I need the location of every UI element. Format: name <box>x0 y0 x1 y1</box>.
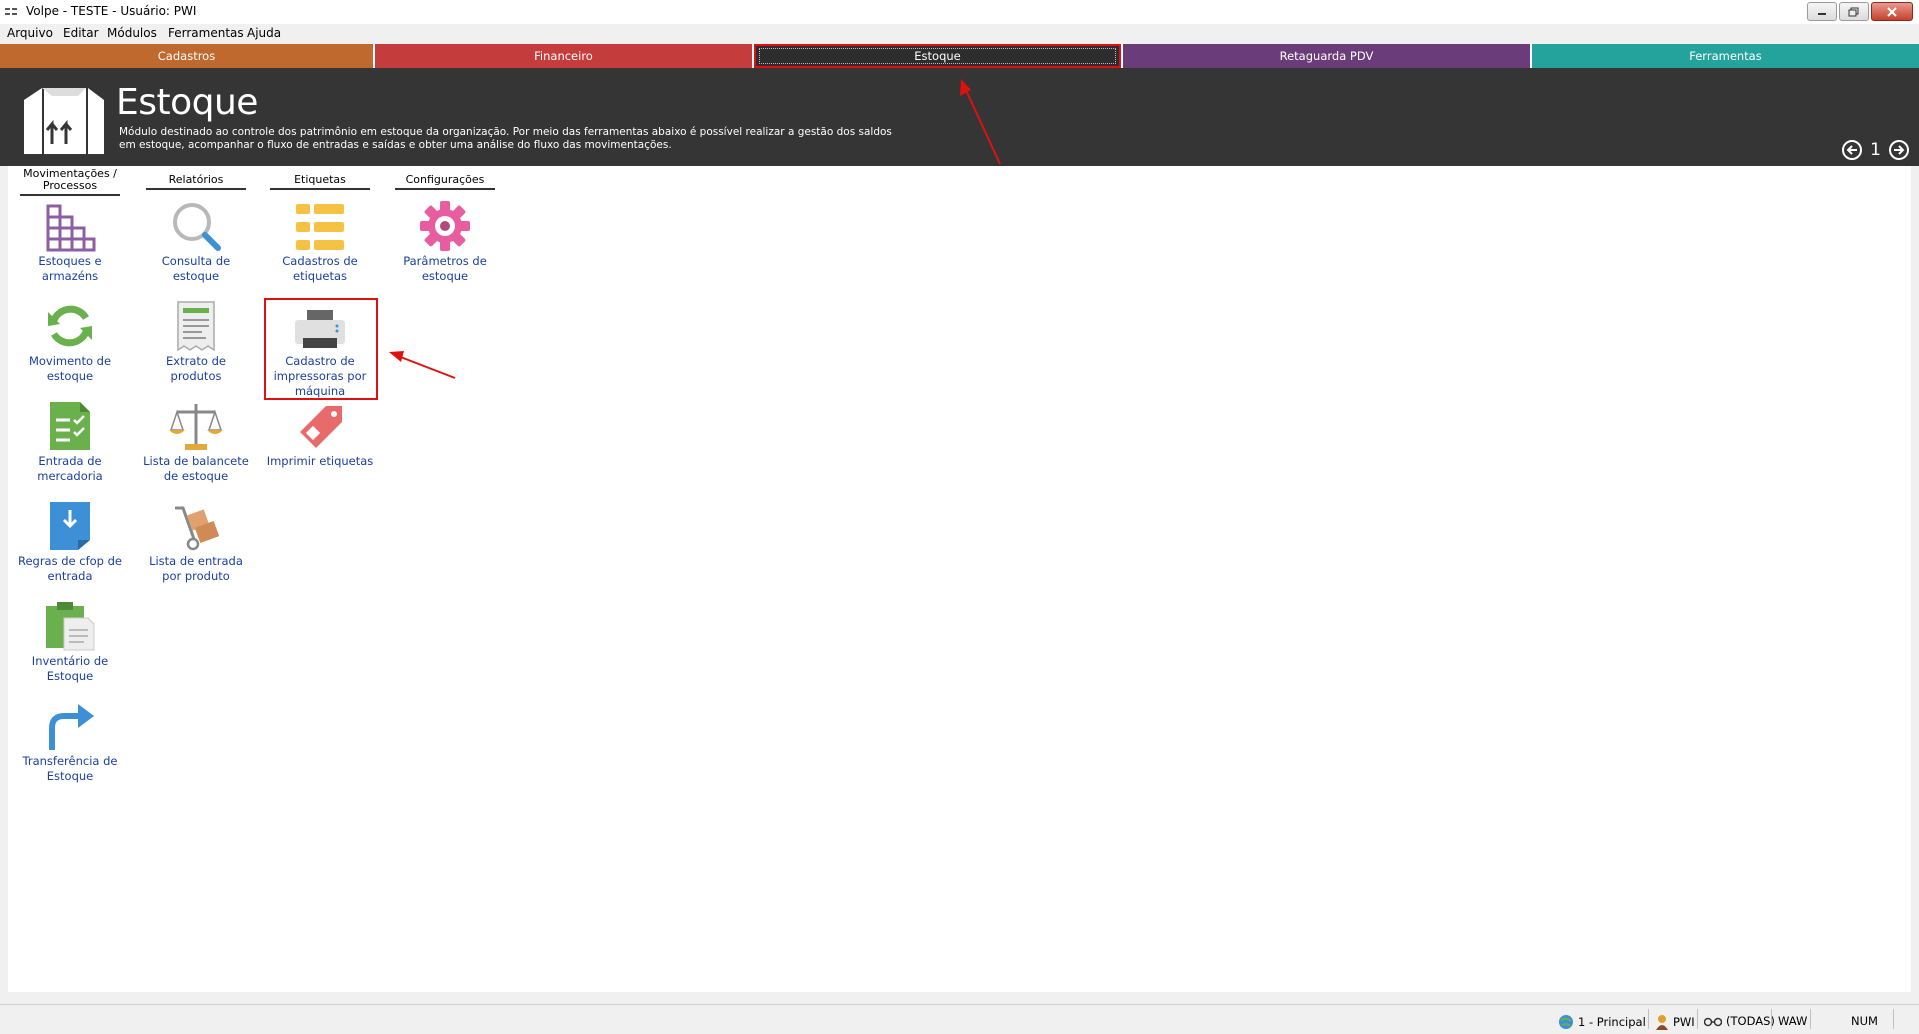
checklist-icon <box>50 402 90 450</box>
status-num: NUM <box>1851 1014 1878 1028</box>
status-company-label: 1 - Principal <box>1578 1015 1646 1029</box>
item-label: Lista de entrada por produto <box>149 554 243 583</box>
item-entrada-mercadoria[interactable]: Entrada de mercadoria <box>15 398 125 484</box>
tab-estoque-label: Estoque <box>914 49 961 63</box>
status-company[interactable]: 1 - Principal <box>1558 1014 1646 1030</box>
status-bar: 1 - Principal PWI (TODAS) WAW NUM <box>0 1004 1919 1034</box>
refresh-icon <box>48 305 92 347</box>
item-estoques-armazens[interactable]: Estoques e armazéns <box>15 198 125 284</box>
item-label: Parâmetros de estoque <box>403 254 487 283</box>
item-label: Estoques e armazéns <box>38 254 102 283</box>
module-description: Módulo destinado ao controle dos patrimô… <box>119 126 892 151</box>
list-icon <box>296 204 344 250</box>
item-label: Entrada de mercadoria <box>37 454 103 483</box>
scale-icon <box>169 404 223 450</box>
glasses-icon <box>1704 1017 1722 1027</box>
clipboard-icon <box>46 602 95 651</box>
menu-bar: Arquivo Editar Módulos Ferramentas Ajuda <box>0 24 1919 44</box>
pager: 1 <box>1842 140 1909 160</box>
status-code-label: WAW <box>1778 1014 1808 1028</box>
close-icon <box>1887 6 1897 17</box>
item-label: Cadastros de etiquetas <box>282 254 358 283</box>
item-regras-cfop[interactable]: Regras de cfop de entrada <box>15 498 125 584</box>
item-label: Movimento de estoque <box>28 354 112 383</box>
download-document-icon <box>50 502 90 550</box>
page-title: Estoque <box>116 82 258 123</box>
item-extrato-produtos[interactable]: Extrato de produtos <box>141 298 251 384</box>
tab-financeiro[interactable]: Financeiro <box>375 44 752 68</box>
warehouse-grid-icon <box>46 204 96 252</box>
tab-ferramentas[interactable]: Ferramentas <box>1532 44 1919 68</box>
close-button[interactable] <box>1871 2 1913 21</box>
item-label: Lista de balancete de estoque <box>143 454 249 483</box>
gear-icon <box>420 201 470 251</box>
highlight-box <box>264 298 378 400</box>
menu-editar[interactable]: Editar <box>63 26 99 40</box>
item-balancete-estoque[interactable]: Lista de balancete de estoque <box>141 398 251 484</box>
tab-cadastros[interactable]: Cadastros <box>0 44 373 68</box>
menu-ajuda[interactable]: Ajuda <box>247 26 281 40</box>
module-content: Movimentações / Processos Relatórios Eti… <box>8 166 1911 992</box>
title-bar: Volpe - TESTE - Usuário: PWI <box>0 0 1919 24</box>
status-code: WAW <box>1778 1014 1807 1028</box>
menu-arquivo[interactable]: Arquivo <box>7 26 53 40</box>
item-label: Inventário de Estoque <box>31 654 109 683</box>
item-imprimir-etiquetas[interactable]: Imprimir etiquetas <box>265 398 375 469</box>
status-user-label: PWI <box>1673 1015 1695 1029</box>
restore-icon <box>1848 7 1859 16</box>
tab-retaguarda-pdv[interactable]: Retaguarda PDV <box>1123 44 1530 68</box>
column-header-etiquetas: Etiquetas <box>270 174 370 190</box>
item-parametros-estoque[interactable]: Parâmetros de estoque <box>390 198 500 284</box>
module-header: Estoque Módulo destinado ao controle dos… <box>0 68 1919 166</box>
page-number: 1 <box>1870 140 1881 160</box>
globe-icon <box>1559 1015 1573 1029</box>
module-tabs: Cadastros Financeiro Estoque Retaguarda … <box>0 44 1919 68</box>
item-cadastros-etiquetas[interactable]: Cadastros de etiquetas <box>265 198 375 284</box>
minimize-icon <box>1818 12 1826 15</box>
box-icon <box>24 88 104 154</box>
magnifier-icon <box>173 203 221 251</box>
item-label: Extrato de produtos <box>166 354 226 383</box>
item-transferencia-estoque[interactable]: Transferência de Estoque <box>15 698 125 784</box>
hand-truck-icon <box>175 506 220 551</box>
tag-icon <box>300 406 342 448</box>
column-header-relatorios: Relatórios <box>146 174 246 190</box>
menu-ferramentas[interactable]: Ferramentas <box>168 26 244 40</box>
status-num-label: NUM <box>1851 1014 1878 1028</box>
window-title: Volpe - TESTE - Usuário: PWI <box>26 4 197 18</box>
prev-page-button[interactable] <box>1842 140 1863 160</box>
item-inventario-estoque[interactable]: Inventário de Estoque <box>15 598 125 684</box>
item-entrada-por-produto[interactable]: Lista de entrada por produto <box>141 498 251 584</box>
receipt-icon <box>177 301 215 352</box>
item-consulta-estoque[interactable]: Consulta de estoque <box>141 198 251 284</box>
item-movimento-estoque[interactable]: Movimento de estoque <box>15 298 125 384</box>
user-icon <box>1656 1015 1668 1030</box>
column-header-configuracoes: Configurações <box>395 174 495 190</box>
item-label: Transferência de Estoque <box>22 754 118 783</box>
item-label: Regras de cfop de entrada <box>17 554 123 583</box>
minimize-button[interactable] <box>1807 2 1837 21</box>
item-label: Consulta de estoque <box>161 254 231 283</box>
column-header-movimentacoes: Movimentações / Processos <box>20 168 120 196</box>
arrow-left-icon <box>1846 145 1858 155</box>
status-filter-label: (TODAS) <box>1726 1014 1775 1028</box>
turn-arrow-icon <box>49 704 94 750</box>
next-page-button[interactable] <box>1889 140 1909 160</box>
status-user[interactable]: PWI <box>1655 1014 1695 1030</box>
tab-estoque[interactable]: Estoque <box>754 44 1121 68</box>
restore-button[interactable] <box>1839 2 1869 21</box>
arrow-right-icon <box>1894 145 1905 155</box>
status-filter[interactable]: (TODAS) <box>1704 1014 1775 1028</box>
item-label: Imprimir etiquetas <box>266 454 374 468</box>
app-icon <box>5 8 17 15</box>
menu-modulos[interactable]: Módulos <box>107 26 157 40</box>
